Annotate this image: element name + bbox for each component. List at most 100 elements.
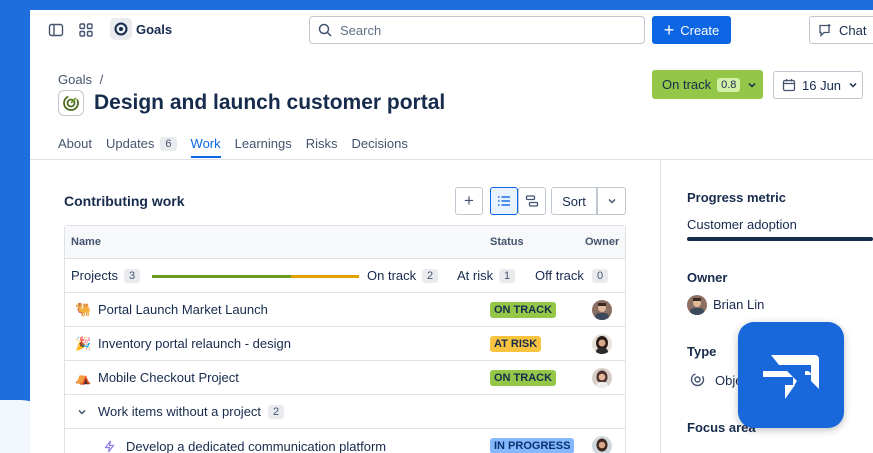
list-icon bbox=[498, 196, 510, 206]
contributing-work-heading: Contributing work bbox=[64, 193, 185, 209]
tab-work[interactable]: Work bbox=[190, 136, 221, 158]
projects-count: 3 bbox=[124, 268, 141, 283]
timeline-view-button[interactable] bbox=[518, 187, 546, 215]
sort-options-button[interactable] bbox=[597, 187, 626, 215]
type-label: Type bbox=[687, 344, 717, 359]
column-name-header[interactable]: Name bbox=[71, 236, 101, 248]
chevron-down-icon bbox=[607, 198, 616, 204]
tab-updates[interactable]: Updates 6 bbox=[106, 136, 177, 157]
breadcrumb: Goals / bbox=[58, 72, 103, 87]
project-name[interactable]: Portal Launch Market Launch bbox=[98, 302, 268, 317]
chevron-down-icon bbox=[748, 82, 756, 88]
projects-label: Projects bbox=[71, 268, 118, 283]
avatar[interactable] bbox=[592, 436, 612, 453]
due-date-dropdown[interactable]: 16 Jun bbox=[773, 71, 863, 99]
tab-decisions[interactable]: Decisions bbox=[352, 136, 408, 157]
tab-divider bbox=[30, 159, 873, 160]
app-name[interactable]: Goals bbox=[136, 22, 172, 37]
top-navigation: Goals Search + Create Chat bbox=[30, 10, 873, 50]
search-placeholder: Search bbox=[340, 22, 382, 38]
owner-avatar[interactable] bbox=[687, 295, 707, 315]
tab-work-label: Work bbox=[190, 136, 221, 151]
create-button[interactable]: + Create bbox=[652, 16, 731, 44]
progress-at-risk-segment bbox=[290, 275, 359, 278]
due-date-label: 16 Jun bbox=[802, 77, 842, 93]
sidebar-toggle-icon[interactable] bbox=[45, 19, 67, 41]
tab-decisions-label: Decisions bbox=[351, 136, 408, 151]
tab-updates-label: Updates bbox=[105, 136, 155, 151]
sort-label: Sort bbox=[562, 193, 586, 209]
search-icon bbox=[318, 23, 332, 37]
at-risk-label: At risk bbox=[457, 268, 494, 283]
panel-divider bbox=[660, 160, 661, 453]
create-label: Create bbox=[680, 22, 720, 38]
goals-app-logo-icon[interactable] bbox=[110, 18, 132, 40]
plus-icon: + bbox=[464, 191, 474, 210]
calendar-icon bbox=[782, 79, 796, 92]
camel-icon: 🐫 bbox=[75, 301, 92, 317]
status-badge: ON TRACK bbox=[490, 370, 557, 386]
tab-about-label: About bbox=[58, 136, 92, 151]
goal-target-icon[interactable] bbox=[58, 90, 84, 116]
table-header: Name Status Owner bbox=[65, 226, 625, 259]
projects-progress-bar bbox=[152, 275, 359, 278]
page-title[interactable]: Design and launch customer portal bbox=[94, 91, 445, 115]
project-name[interactable]: Inventory portal relaunch - design bbox=[98, 336, 291, 351]
timeline-icon bbox=[525, 195, 539, 207]
contributing-work-table: Name Status Owner Projects 3 On track 2 … bbox=[64, 225, 626, 453]
owner-label: Owner bbox=[687, 270, 728, 285]
project-name[interactable]: Mobile Checkout Project bbox=[98, 370, 239, 385]
owner-name[interactable]: Brian Lin bbox=[713, 297, 764, 312]
add-work-button[interactable]: + bbox=[455, 187, 483, 215]
off-track-label: Off track bbox=[535, 268, 584, 283]
progress-metric-bar bbox=[687, 237, 873, 241]
progress-metric-value[interactable]: Customer adoption bbox=[687, 217, 797, 232]
status-badge: ON TRACK bbox=[490, 302, 557, 318]
chat-label: Chat bbox=[839, 22, 867, 38]
table-row[interactable]: ⛺ Mobile Checkout Project ON TRACK bbox=[65, 361, 625, 395]
tab-bar: About Updates 6 Work Learnings Risks Deci… bbox=[58, 136, 408, 158]
column-status-header[interactable]: Status bbox=[490, 236, 524, 248]
sort-button[interactable]: Sort bbox=[551, 187, 597, 215]
column-owner-header[interactable]: Owner bbox=[585, 236, 619, 248]
at-risk-count: 1 bbox=[499, 268, 516, 283]
table-row[interactable]: Develop a dedicated communication platfo… bbox=[65, 429, 625, 453]
jira-logo-icon bbox=[763, 355, 819, 399]
status-badge: IN PROGRESS bbox=[490, 438, 575, 453]
app-switcher-icon[interactable] bbox=[75, 19, 97, 41]
group-count: 2 bbox=[268, 404, 285, 419]
breadcrumb-goals-link[interactable]: Goals bbox=[58, 72, 92, 87]
table-row[interactable]: 🎉 Inventory portal relaunch - design AT … bbox=[65, 327, 625, 361]
group-label: Work items without a project bbox=[98, 404, 262, 419]
jira-logo-badge bbox=[738, 322, 844, 428]
tab-risks[interactable]: Risks bbox=[306, 136, 338, 157]
list-view-button[interactable] bbox=[490, 187, 518, 215]
tab-learnings[interactable]: Learnings bbox=[235, 136, 292, 157]
chat-button[interactable]: Chat bbox=[809, 16, 873, 44]
title-row: Design and launch customer portal bbox=[58, 90, 445, 116]
plus-icon: + bbox=[663, 20, 675, 40]
progress-metric-label: Progress metric bbox=[687, 190, 786, 205]
avatar[interactable] bbox=[592, 368, 612, 388]
status-badge: AT RISK bbox=[490, 336, 542, 352]
avatar[interactable] bbox=[592, 300, 612, 320]
confetti-icon: 🎉 bbox=[75, 335, 92, 351]
status-label: On track bbox=[662, 77, 712, 92]
progress-on-track-segment bbox=[152, 275, 291, 278]
off-track-count: 0 bbox=[592, 268, 609, 283]
tab-learnings-label: Learnings bbox=[234, 136, 292, 151]
chevron-down-icon bbox=[849, 82, 857, 88]
tab-about[interactable]: About bbox=[58, 136, 92, 157]
avatar[interactable] bbox=[592, 334, 612, 354]
goal-status-dropdown[interactable]: On track 0.8 bbox=[652, 70, 763, 99]
group-row[interactable]: Work items without a project 2 bbox=[65, 395, 625, 429]
search-input[interactable]: Search bbox=[309, 16, 645, 44]
status-score: 0.8 bbox=[717, 77, 741, 92]
table-row[interactable]: 🐫 Portal Launch Market Launch ON TRACK bbox=[65, 293, 625, 327]
tab-updates-count: 6 bbox=[160, 136, 177, 151]
goal-type-icon bbox=[690, 372, 705, 387]
breadcrumb-separator: / bbox=[99, 72, 104, 87]
tent-icon: ⛺ bbox=[75, 369, 92, 385]
work-item-name[interactable]: Develop a dedicated communication platfo… bbox=[126, 439, 386, 453]
chevron-down-icon[interactable] bbox=[76, 406, 88, 418]
